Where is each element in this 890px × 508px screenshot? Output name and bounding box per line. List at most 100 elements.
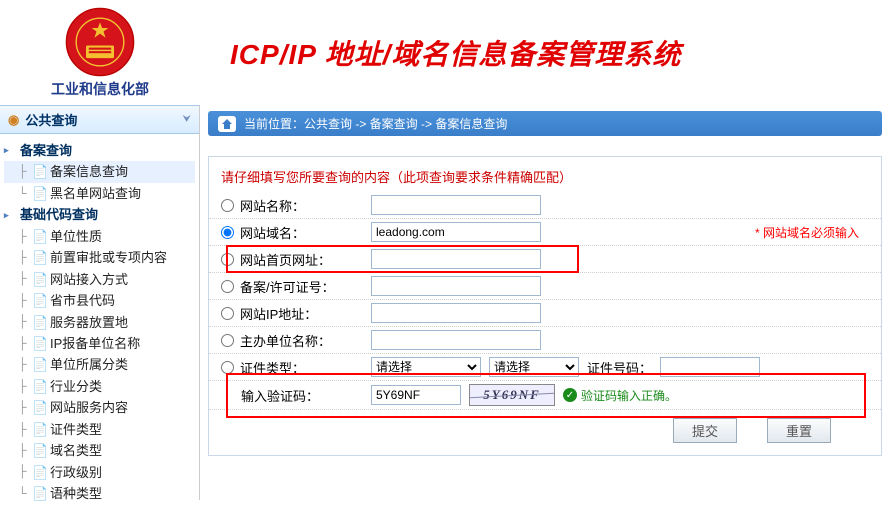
submit-button[interactable]: 提交: [673, 418, 737, 443]
label-cert-no: 证件号码：: [587, 358, 652, 377]
select-cert-type-1[interactable]: 请选择: [371, 357, 481, 377]
tree-item[interactable]: ├📄服务器放置地: [4, 312, 195, 333]
radio-org-name[interactable]: [221, 334, 234, 347]
logo-area: 工业和信息化部: [20, 7, 180, 99]
label-site-ip: 网站IP地址：: [240, 304, 317, 323]
tree-item-label: 行业分类: [50, 376, 102, 397]
home-icon[interactable]: [218, 116, 236, 132]
row-record-no: 备案/许可证号：: [209, 273, 881, 300]
radio-site-home[interactable]: [221, 253, 234, 266]
radio-record-no[interactable]: [221, 280, 234, 293]
tree-item[interactable]: ├📄行业分类: [4, 376, 195, 397]
radio-site-domain[interactable]: [221, 226, 234, 239]
tree-item[interactable]: ├📄IP报备单位名称: [4, 333, 195, 354]
label-site-name: 网站名称：: [240, 196, 305, 215]
tree-connector-icon: ├: [18, 462, 28, 482]
input-site-ip[interactable]: [371, 303, 541, 323]
label-site-domain: 网站域名：: [240, 223, 305, 242]
tree-connector-icon: ├: [18, 291, 28, 311]
tree-item[interactable]: └📄语种类型: [4, 483, 195, 504]
tree-connector-icon: ├: [18, 377, 28, 397]
tree-group-records[interactable]: ▸ 备案查询: [4, 140, 195, 161]
label-record-no: 备案/许可证号：: [240, 277, 335, 296]
label-cert-type: 证件类型：: [240, 358, 305, 377]
tree-item-label: 单位性质: [50, 226, 102, 247]
tree-connector-icon: └: [18, 484, 28, 504]
input-site-home[interactable]: [371, 249, 541, 269]
tree-item-blacklist-query[interactable]: └ 📄 黑名单网站查询: [4, 183, 195, 204]
national-emblem-icon: [65, 7, 135, 77]
label-site-home: 网站首页网址：: [240, 250, 331, 269]
form-instruction: 请仔细填写您所要查询的内容（此项查询要求条件精确匹配）: [209, 165, 881, 192]
page-icon: 📄: [32, 312, 46, 333]
sidebar: ◉ 公共查询 ⮟ ▸ 备案查询 ├ 📄 备案信息查询 └ 📄 黑名单网站查询 ▸: [0, 105, 200, 500]
arrow-right-icon: ▸: [4, 143, 16, 158]
tree-item[interactable]: ├📄证件类型: [4, 419, 195, 440]
org-name: 工业和信息化部: [51, 79, 149, 99]
tree-item[interactable]: ├📄前置审批或专项内容: [4, 247, 195, 268]
captcha-ok-text: 验证码输入正确。: [581, 387, 677, 404]
tree-item[interactable]: ├📄省市县代码: [4, 290, 195, 311]
tree-item-label: 黑名单网站查询: [50, 183, 141, 204]
input-captcha[interactable]: [371, 385, 461, 405]
tree-item-label: 证件类型: [50, 419, 102, 440]
sidebar-title: 公共查询: [25, 110, 77, 129]
tree-item-label: 服务器放置地: [50, 312, 128, 333]
tree-item-label: 单位所属分类: [50, 354, 128, 375]
tree-connector-icon: ├: [18, 420, 28, 440]
query-form: 请仔细填写您所要查询的内容（此项查询要求条件精确匹配） 网站名称： 网站域名： …: [208, 156, 882, 456]
radio-site-name[interactable]: [221, 199, 234, 212]
row-cert-type: 证件类型： 请选择 请选择 证件号码：: [209, 354, 881, 381]
input-cert-no[interactable]: [660, 357, 760, 377]
row-org-name: 主办单位名称：: [209, 327, 881, 354]
collapse-icon[interactable]: ⮟: [183, 114, 192, 125]
page-icon: 📄: [32, 419, 46, 440]
tree-item-record-info-query[interactable]: ├ 📄 备案信息查询: [4, 161, 195, 182]
row-captcha: 输入验证码： 5Y69NF ✓ 验证码输入正确。: [209, 381, 881, 410]
tree-connector-icon: └: [18, 184, 28, 204]
tree-connector-icon: ├: [18, 248, 28, 268]
tree-item[interactable]: ├📄网站服务内容: [4, 397, 195, 418]
tree-item-label: 网站接入方式: [50, 269, 128, 290]
tree-item[interactable]: ├📄网站接入方式: [4, 269, 195, 290]
page-icon: 📄: [32, 183, 46, 204]
select-cert-type-2[interactable]: 请选择: [489, 357, 579, 377]
tree-item-label: 域名类型: [50, 440, 102, 461]
input-site-domain[interactable]: [371, 222, 541, 242]
arrow-right-icon: ▸: [4, 208, 16, 223]
page-icon: 📄: [32, 376, 46, 397]
tree-item[interactable]: ├📄单位所属分类: [4, 354, 195, 375]
row-site-domain: 网站域名： * 网站域名必须输入: [209, 219, 881, 246]
page-header: 工业和信息化部 ICP/IP 地址/域名信息备案管理系统: [0, 0, 890, 105]
input-org-name[interactable]: [371, 330, 541, 350]
tree-item[interactable]: ├📄域名类型: [4, 440, 195, 461]
input-site-name[interactable]: [371, 195, 541, 215]
button-row: 提交 重置: [209, 410, 881, 443]
tree-item[interactable]: ├📄单位性质: [4, 226, 195, 247]
radio-site-ip[interactable]: [221, 307, 234, 320]
tree-item-label: 备案信息查询: [50, 161, 128, 182]
input-record-no[interactable]: [371, 276, 541, 296]
page-icon: 📄: [32, 397, 46, 418]
row-site-home: 网站首页网址：: [209, 246, 881, 273]
tree-group-base-codes[interactable]: ▸ 基础代码查询: [4, 204, 195, 225]
tree-item-label: 语种类型: [50, 483, 102, 504]
page-icon: 📄: [32, 290, 46, 311]
tree-item-label: IP报备单位名称: [50, 333, 140, 354]
sidebar-header[interactable]: ◉ 公共查询 ⮟: [0, 105, 199, 134]
breadcrumb: 当前位置：公共查询 -> 备案查询 -> 备案信息查询: [208, 111, 882, 136]
page-icon: 📄: [32, 247, 46, 268]
page-icon: 📄: [32, 483, 46, 504]
captcha-image[interactable]: 5Y69NF: [469, 384, 555, 406]
tree-item[interactable]: ├📄行政级别: [4, 462, 195, 483]
tree-item-label: 行政级别: [50, 462, 102, 483]
tree-connector-icon: ├: [18, 334, 28, 354]
page-icon: 📄: [32, 354, 46, 375]
radio-cert-type[interactable]: [221, 361, 234, 374]
reset-button[interactable]: 重置: [767, 418, 831, 443]
tree-item-label: 前置审批或专项内容: [50, 247, 167, 268]
page-icon: 📄: [32, 269, 46, 290]
tree-item-label: 省市县代码: [50, 290, 115, 311]
tree-connector-icon: ├: [18, 269, 28, 289]
captcha-status: ✓ 验证码输入正确。: [563, 387, 677, 404]
